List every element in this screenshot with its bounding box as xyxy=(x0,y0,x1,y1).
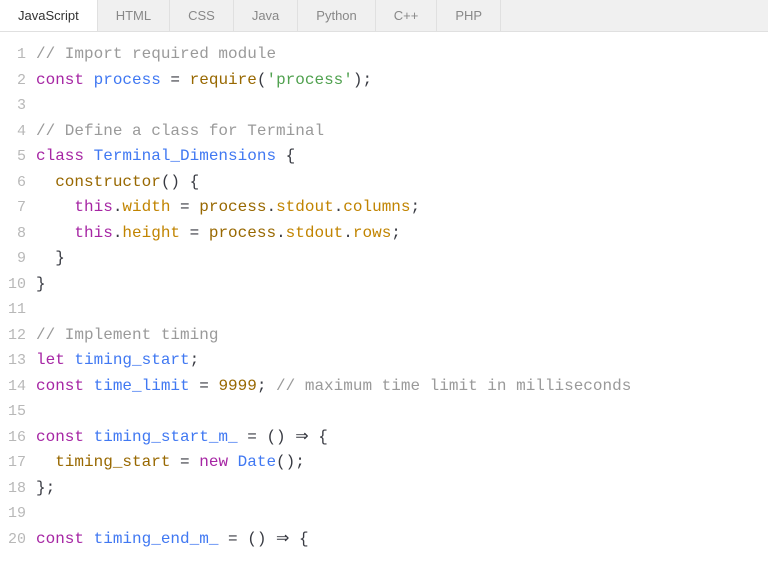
code-content: timing_start = new Date(); xyxy=(36,450,768,476)
code-line: 18}; xyxy=(0,476,768,502)
language-tabs: JavaScriptHTMLCSSJavaPythonC++PHP xyxy=(0,0,768,32)
code-content xyxy=(36,93,768,119)
code-line: 1// Import required module xyxy=(0,42,768,68)
line-number: 14 xyxy=(0,374,36,400)
line-number: 18 xyxy=(0,476,36,502)
code-content xyxy=(36,501,768,527)
line-number: 1 xyxy=(0,42,36,68)
code-line: 7 this.width = process.stdout.columns; xyxy=(0,195,768,221)
code-line: 13let timing_start; xyxy=(0,348,768,374)
code-line: 17 timing_start = new Date(); xyxy=(0,450,768,476)
line-number: 7 xyxy=(0,195,36,221)
code-content: this.width = process.stdout.columns; xyxy=(36,195,768,221)
code-line: 6 constructor() { xyxy=(0,170,768,196)
code-line: 11 xyxy=(0,297,768,323)
line-number: 20 xyxy=(0,527,36,553)
code-content: const timing_end_m_ = () ⇒ { xyxy=(36,527,768,553)
line-number: 10 xyxy=(0,272,36,298)
line-number: 4 xyxy=(0,119,36,145)
code-content: const process = require('process'); xyxy=(36,68,768,94)
code-content: // Define a class for Terminal xyxy=(36,119,768,145)
code-line: 19 xyxy=(0,501,768,527)
line-number: 5 xyxy=(0,144,36,170)
tab-html[interactable]: HTML xyxy=(98,0,170,31)
tab-css[interactable]: CSS xyxy=(170,0,234,31)
code-content: let timing_start; xyxy=(36,348,768,374)
tab-javascript[interactable]: JavaScript xyxy=(0,0,98,31)
code-content xyxy=(36,297,768,323)
line-number: 13 xyxy=(0,348,36,374)
code-line: 10} xyxy=(0,272,768,298)
code-content: class Terminal_Dimensions { xyxy=(36,144,768,170)
line-number: 6 xyxy=(0,170,36,196)
code-content: this.height = process.stdout.rows; xyxy=(36,221,768,247)
code-line: 14const time_limit = 9999; // maximum ti… xyxy=(0,374,768,400)
code-line: 3 xyxy=(0,93,768,119)
code-content xyxy=(36,399,768,425)
line-number: 12 xyxy=(0,323,36,349)
line-number: 2 xyxy=(0,68,36,94)
line-number: 11 xyxy=(0,297,36,323)
code-content: } xyxy=(36,246,768,272)
line-number: 9 xyxy=(0,246,36,272)
code-content: } xyxy=(36,272,768,298)
tab-java[interactable]: Java xyxy=(234,0,298,31)
code-line: 2const process = require('process'); xyxy=(0,68,768,94)
code-content: const time_limit = 9999; // maximum time… xyxy=(36,374,768,400)
line-number: 3 xyxy=(0,93,36,119)
line-number: 16 xyxy=(0,425,36,451)
tab-python[interactable]: Python xyxy=(298,0,375,31)
code-line: 12// Implement timing xyxy=(0,323,768,349)
code-line: 16const timing_start_m_ = () ⇒ { xyxy=(0,425,768,451)
code-line: 4// Define a class for Terminal xyxy=(0,119,768,145)
line-number: 17 xyxy=(0,450,36,476)
code-line: 20const timing_end_m_ = () ⇒ { xyxy=(0,527,768,553)
code-content: }; xyxy=(36,476,768,502)
code-content: // Implement timing xyxy=(36,323,768,349)
code-content: const timing_start_m_ = () ⇒ { xyxy=(36,425,768,451)
code-line: 15 xyxy=(0,399,768,425)
code-content: constructor() { xyxy=(36,170,768,196)
code-editor[interactable]: 1// Import required module2const process… xyxy=(0,32,768,566)
line-number: 19 xyxy=(0,501,36,527)
code-line: 9 } xyxy=(0,246,768,272)
tab-cpp[interactable]: C++ xyxy=(376,0,438,31)
code-line: 8 this.height = process.stdout.rows; xyxy=(0,221,768,247)
line-number: 15 xyxy=(0,399,36,425)
line-number: 8 xyxy=(0,221,36,247)
tab-php[interactable]: PHP xyxy=(437,0,501,31)
code-line: 5class Terminal_Dimensions { xyxy=(0,144,768,170)
code-content: // Import required module xyxy=(36,42,768,68)
